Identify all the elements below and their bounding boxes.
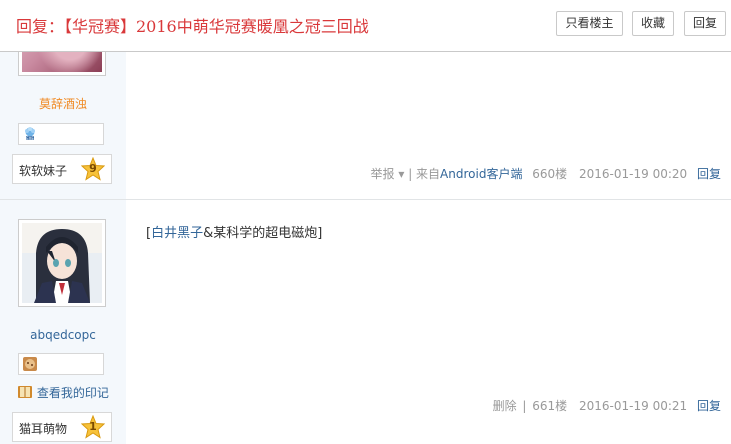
medal-box: EXE [18, 123, 104, 145]
reply-link[interactable]: 回复 [697, 167, 721, 181]
view-imprint-label: 查看我的印记 [36, 386, 109, 400]
post-datetime: 2016-01-19 00:20 [579, 167, 688, 181]
separator: | [522, 399, 527, 413]
content-text: &某科学的超电磁炮] [203, 226, 323, 241]
post-divider [0, 199, 731, 200]
username-link[interactable]: abqedcopc [0, 328, 126, 342]
view-imprint-link[interactable]: 查看我的印记 [17, 384, 109, 401]
user-group-badge: 猫耳萌物 1 [12, 412, 112, 442]
favorite-button[interactable]: 收藏 [632, 11, 674, 36]
post-datetime: 2016-01-19 00:21 [579, 399, 688, 413]
only-host-button[interactable]: 只看楼主 [556, 11, 623, 36]
level-number: 1 [89, 420, 97, 433]
report-link[interactable]: 举报 ▾ [370, 167, 404, 181]
blue-flower-medal-icon: EXE [25, 127, 35, 141]
level-number: 9 [89, 162, 97, 175]
floor-number: 660楼 [532, 167, 568, 181]
chevron-down-icon: ▾ [398, 167, 405, 181]
reply-link[interactable]: 回复 [697, 399, 721, 413]
thread-title: 回复：【华冠赛】2016中萌华冠赛暖凰之冠三回战 [16, 17, 369, 36]
medal-box [18, 353, 104, 375]
source-prefix: | 来自 [408, 167, 441, 181]
group-label: 软软妹子 [19, 164, 68, 178]
post-meta-661: 删除 | 661楼 2016-01-19 00:21 回复 [493, 397, 721, 414]
group-label: 猫耳萌物 [19, 422, 68, 436]
reply-button[interactable]: 回复 [684, 11, 726, 36]
gold-star-icon: 1 [80, 414, 106, 439]
avatar[interactable] [18, 219, 106, 307]
username-link[interactable]: 莫辞酒浊 [0, 95, 126, 112]
post-meta-660: 举报 ▾ | 来自Android客户端 660楼 2016-01-19 00:2… [370, 165, 721, 182]
post-content: [白井黑子&某科学的超电磁炮] [146, 222, 322, 241]
content-link[interactable]: 白井黑子 [151, 226, 203, 241]
source-link[interactable]: Android客户端 [440, 167, 522, 181]
thread-header: 回复：【华冠赛】2016中萌华冠赛暖凰之冠三回战 只看楼主 收藏 回复 [0, 0, 731, 52]
floor-number: 661楼 [532, 399, 568, 413]
svg-text:EXE: EXE [26, 136, 34, 141]
avatar-image [22, 223, 102, 303]
book-icon [18, 386, 32, 398]
user-group-badge: 软软妹子 9 [12, 154, 112, 184]
gold-star-icon: 9 [80, 156, 106, 181]
cookie-medal-icon [23, 357, 37, 371]
delete-link[interactable]: 删除 [493, 399, 517, 413]
